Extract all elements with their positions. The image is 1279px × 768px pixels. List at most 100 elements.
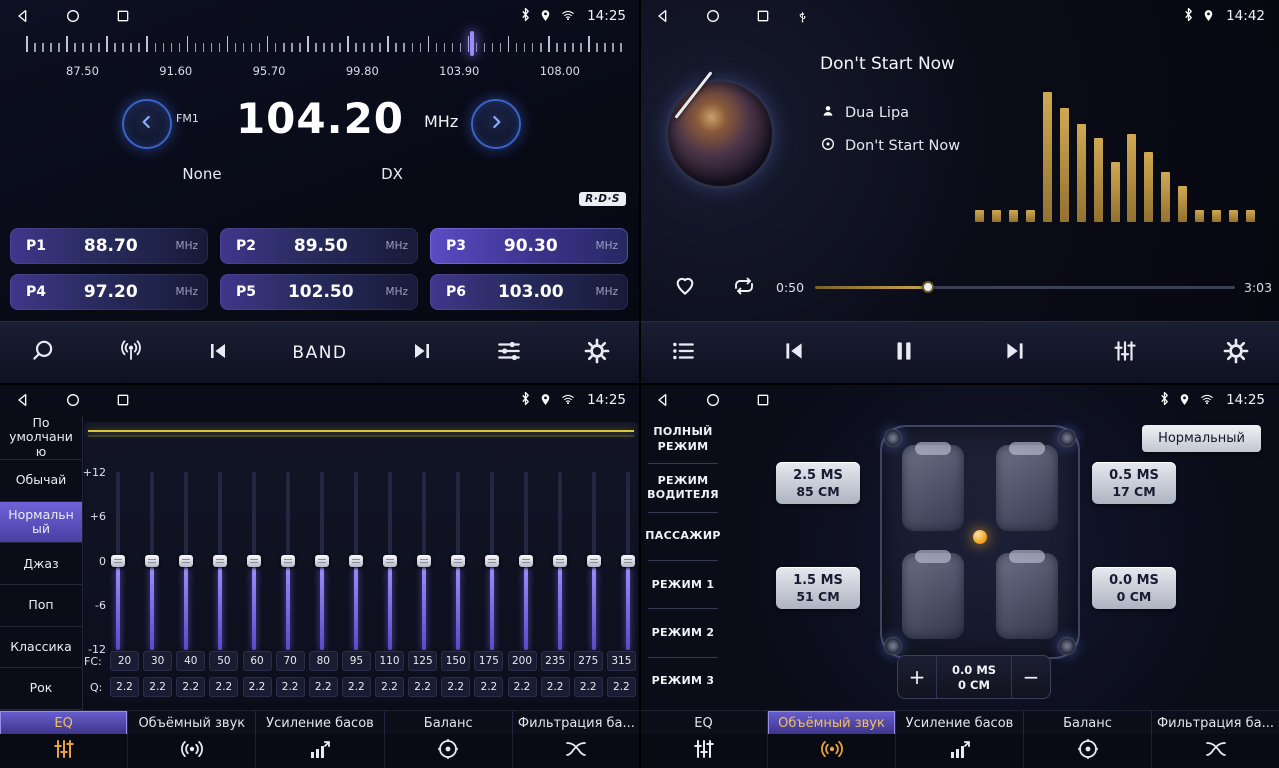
seek-knob[interactable] [922,281,934,293]
tab-filter[interactable]: Фильтрация ба... [1152,711,1279,735]
tab-bass-boost[interactable]: Усиление басов [256,711,384,735]
tab-surround-icon-cell[interactable] [768,734,896,768]
eq-band-slider-60hz[interactable] [246,472,262,650]
fc-value-cell[interactable]: 80 [309,651,338,671]
stage-mode-6[interactable]: РЕЖИМ 3 [640,658,726,706]
fc-value-cell[interactable]: 235 [541,651,570,671]
fc-value-cell[interactable]: 150 [441,651,470,671]
delay-increase-button[interactable]: + [898,656,937,698]
fc-value-cell[interactable]: 125 [408,651,437,671]
repeat-button[interactable] [732,274,756,302]
eq-band-slider-275hz[interactable] [586,472,602,650]
fc-value-cell[interactable]: 60 [243,651,272,671]
delay-rear-right[interactable]: 0.0 MS 0 CM [1092,567,1176,609]
q-value-cell[interactable]: 2.2 [110,677,139,697]
delay-rear-left[interactable]: 1.5 MS 51 CM [776,567,860,609]
stage-mode-2[interactable]: РЕЖИМ ВОДИТЕЛЯ [640,464,726,512]
q-value-cell[interactable]: 2.2 [541,677,570,697]
home-button[interactable] [64,391,82,409]
preset-p4[interactable]: P4 97.20 MHz [10,274,208,310]
previous-track-button[interactable] [781,338,807,368]
eq-band-slider-200hz[interactable] [518,472,534,650]
q-value-cell[interactable]: 2.2 [143,677,172,697]
fc-value-cell[interactable]: 40 [176,651,205,671]
q-value-cell[interactable]: 2.2 [342,677,371,697]
seek-bar[interactable] [815,281,1235,293]
back-button[interactable] [654,391,672,409]
stage-mode-3[interactable]: ПАССАЖИР [640,513,726,561]
recents-button[interactable] [114,7,132,25]
eq-band-slider-40hz[interactable] [178,472,194,650]
favorite-button[interactable] [672,272,698,302]
home-button[interactable] [704,391,722,409]
stage-mode-1[interactable]: ПОЛНЫЙ РЕЖИМ [640,416,726,464]
fc-value-cell[interactable]: 30 [143,651,172,671]
q-value-cell[interactable]: 2.2 [408,677,437,697]
q-value-cell[interactable]: 2.2 [209,677,238,697]
recents-button[interactable] [754,391,772,409]
eq-band-slider-125hz[interactable] [416,472,432,650]
delay-front-right[interactable]: 0.5 MS 17 CM [1092,462,1176,504]
tab-balance[interactable]: Баланс [1024,711,1152,735]
eq-band-slider-50hz[interactable] [212,472,228,650]
fc-value-cell[interactable]: 70 [276,651,305,671]
fc-value-cell[interactable]: 315 [607,651,636,671]
listening-position-handle[interactable] [973,530,987,544]
delay-decrease-button[interactable]: − [1011,656,1050,698]
pause-button[interactable] [891,338,917,368]
speaker-front-right[interactable] [1058,429,1076,447]
settings-button[interactable] [584,338,610,368]
speaker-front-left[interactable] [884,429,902,447]
eq-band-slider-30hz[interactable] [144,472,160,650]
recents-button[interactable] [114,391,132,409]
eq-band-slider-80hz[interactable] [314,472,330,650]
delay-front-left[interactable]: 2.5 MS 85 CM [776,462,860,504]
eq-preset-3[interactable]: Нормальный [0,502,82,544]
playlist-button[interactable] [670,338,696,368]
eq-band-slider-150hz[interactable] [450,472,466,650]
tab-bass-boost[interactable]: Усиление басов [896,711,1024,735]
preset-p6[interactable]: P6 103.00 MHz [430,274,628,310]
eq-preset-1[interactable]: По умолчанию [0,416,82,460]
fc-value-cell[interactable]: 200 [508,651,537,671]
tune-down-button[interactable] [122,99,172,149]
tab-filter-icon-cell[interactable] [513,734,640,768]
stage-mode-4[interactable]: РЕЖИМ 1 [640,561,726,609]
tab-eq[interactable]: EQ [0,711,128,735]
eq-band-slider-235hz[interactable] [552,472,568,650]
next-track-button[interactable] [1002,338,1028,368]
eq-band-slider-20hz[interactable] [110,472,126,650]
eq-band-slider-70hz[interactable] [280,472,296,650]
sound-profile-button[interactable]: Нормальный [1142,425,1261,452]
q-value-cell[interactable]: 2.2 [309,677,338,697]
next-station-button[interactable] [410,339,434,367]
q-value-cell[interactable]: 2.2 [607,677,636,697]
q-value-cell[interactable]: 2.2 [508,677,537,697]
tab-filter[interactable]: Фильтрация ба... [513,711,640,735]
preset-p5[interactable]: P5 102.50 MHz [220,274,418,310]
tab-bass-icon-cell[interactable] [256,734,384,768]
previous-station-button[interactable] [206,339,230,367]
q-value-cell[interactable]: 2.2 [176,677,205,697]
frequency-ruler[interactable] [26,36,622,58]
eq-band-slider-175hz[interactable] [484,472,500,650]
audio-settings-button[interactable] [1112,338,1138,368]
back-button[interactable] [14,7,32,25]
tab-surround[interactable]: Объёмный звук [768,711,896,735]
preset-p2[interactable]: P2 89.50 MHz [220,228,418,264]
fc-value-cell[interactable]: 175 [474,651,503,671]
settings-button[interactable] [1223,338,1249,368]
home-button[interactable] [64,7,82,25]
q-value-cell[interactable]: 2.2 [574,677,603,697]
tab-eq-icon-cell[interactable] [640,734,768,768]
tab-surround[interactable]: Объёмный звук [128,711,256,735]
q-value-cell[interactable]: 2.2 [276,677,305,697]
fc-value-cell[interactable]: 50 [209,651,238,671]
broadcast-button[interactable] [118,338,144,368]
tab-balance-icon-cell[interactable] [1024,734,1152,768]
fc-value-cell[interactable]: 110 [375,651,404,671]
recents-button[interactable] [754,7,772,25]
q-value-cell[interactable]: 2.2 [375,677,404,697]
back-button[interactable] [654,7,672,25]
tune-up-button[interactable] [471,99,521,149]
